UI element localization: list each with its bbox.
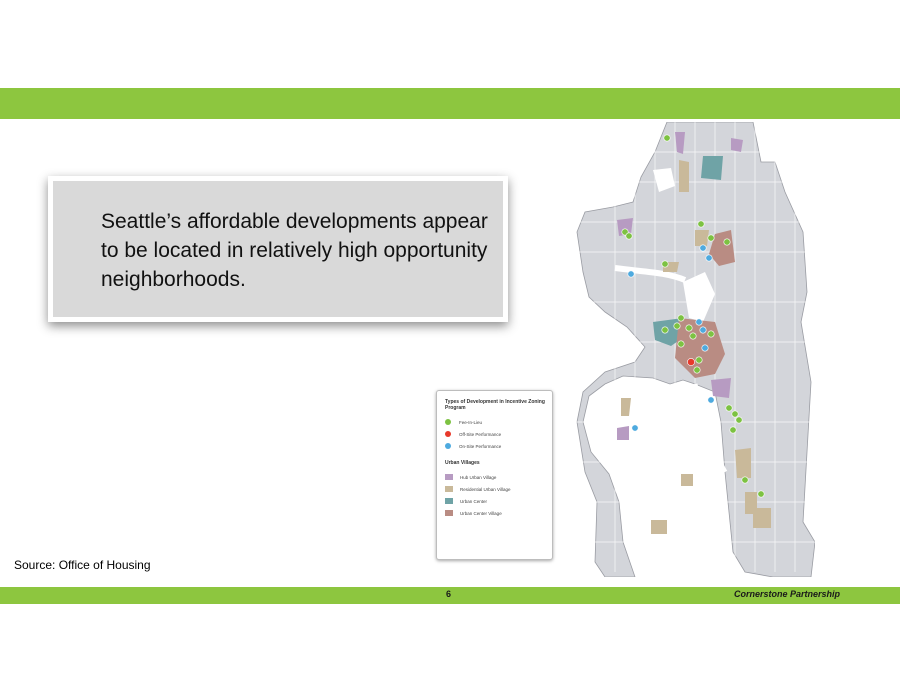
- tan-swatch-icon: [445, 486, 453, 492]
- legend-title-urban-villages: Urban Villages: [445, 460, 480, 466]
- legend-item-off-site: Off-Site Performance: [445, 428, 546, 440]
- legend-item-urban-center: Urban Center: [445, 495, 546, 507]
- green-dot-icon: [445, 419, 451, 425]
- legend-item-fee-in-lieu: Fee-In-Lieu: [445, 416, 546, 428]
- seattle-map: [575, 122, 815, 577]
- legend-item-hub-village: Hub Urban Village: [445, 471, 546, 483]
- legend-title-dev-types: Types of Development in Incentive Zoning…: [445, 399, 545, 411]
- legend-item-on-site: On-Site Performance: [445, 440, 546, 452]
- teal-swatch-icon: [445, 498, 453, 504]
- callout-text: Seattle’s affordable developments appear…: [101, 210, 488, 291]
- legend-item-residential-village: Residential Urban Village: [445, 483, 546, 495]
- map-legend: Types of Development in Incentive Zoning…: [436, 390, 553, 560]
- company-name: Cornerstone Partnership: [733, 589, 840, 599]
- legend-item-urban-center-village: Urban Center Village: [445, 507, 546, 519]
- blue-dot-icon: [445, 443, 451, 449]
- header-band: [0, 88, 900, 119]
- page-number: 6: [446, 589, 452, 599]
- purple-swatch-icon: [445, 474, 453, 480]
- source-note: Source: Office of Housing: [14, 558, 151, 572]
- red-dot-icon: [445, 431, 451, 437]
- brown-swatch-icon: [445, 510, 453, 516]
- callout-box: Seattle’s affordable developments appear…: [48, 176, 508, 322]
